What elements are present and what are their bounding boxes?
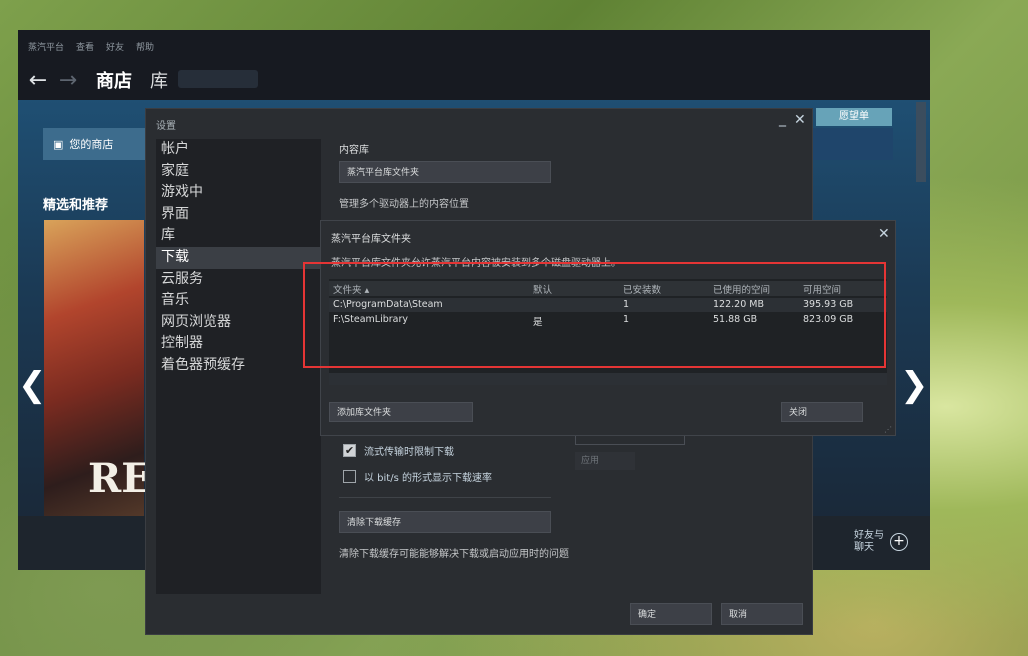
apply-button[interactable]: 应用 [575, 452, 635, 470]
cancel-button[interactable]: 取消 [721, 603, 803, 625]
menu-help[interactable]: 帮助 [136, 40, 154, 54]
nav-row: ← → 商店 库 [28, 66, 168, 94]
sidebar-item-account[interactable]: 帐户 [156, 139, 321, 161]
clear-download-cache-button[interactable]: 清除下载缓存 [339, 511, 551, 533]
store-icon: ▣ [53, 137, 64, 151]
store-scrollbar[interactable] [916, 102, 926, 182]
add-library-folder-button[interactable]: 添加库文件夹 [329, 402, 473, 422]
bits-display-label: 以 bit/s 的形式显示下载速率 [364, 473, 492, 484]
blurred-username [178, 70, 258, 88]
sidebar-item-web-browser[interactable]: 网页浏览器 [156, 312, 321, 334]
minimize-icon[interactable]: _ [779, 111, 786, 127]
ok-button[interactable]: 确定 [630, 603, 712, 625]
tab-store[interactable]: 商店 [96, 67, 132, 93]
sidebar-item-downloads[interactable]: 下载 [156, 246, 321, 269]
steam-library-folders-button[interactable]: 蒸汽平台库文件夹 [339, 161, 551, 183]
clear-cache-description: 清除下载缓存可能能够解决下载或启动应用时的问题 [339, 549, 569, 560]
add-friend-icon[interactable]: + [890, 533, 908, 551]
stream-throttle-label: 流式传输时限制下载 [364, 447, 454, 458]
bits-display-checkbox[interactable] [343, 470, 356, 483]
carousel-right-arrow-icon[interactable]: ❯ [900, 365, 929, 405]
highlight-box [303, 262, 886, 368]
menu-steam[interactable]: 蒸汽平台 [28, 40, 64, 54]
tab-library[interactable]: 库 [150, 67, 168, 93]
menu-view[interactable]: 查看 [76, 40, 94, 54]
sidebar-item-library[interactable]: 库 [156, 225, 321, 247]
resize-grip-icon[interactable]: ⋰ [884, 425, 892, 434]
your-store-button[interactable]: ▣ 您的商店 [43, 128, 153, 160]
carousel-left-arrow-icon[interactable]: ❮ [18, 365, 47, 405]
sidebar-item-interface[interactable]: 界面 [156, 204, 321, 226]
your-store-label: 您的商店 [69, 138, 114, 151]
wishlist-button[interactable]: 愿望单 [816, 108, 892, 126]
stream-throttle-checkbox[interactable]: ✔ [343, 444, 356, 457]
sidebar-item-family[interactable]: 家庭 [156, 161, 321, 183]
bits-display-option[interactable]: 以 bit/s 的形式显示下载速率 [343, 469, 492, 484]
sidebar-item-controller[interactable]: 控制器 [156, 333, 321, 355]
library-dialog-title: 蒸汽平台库文件夹 [331, 234, 411, 245]
back-arrow-icon[interactable]: ← [28, 68, 48, 93]
close-button[interactable]: 关闭 [781, 402, 863, 422]
menu-friends[interactable]: 好友 [106, 40, 124, 54]
settings-sidebar: 帐户 家庭 游戏中 界面 库 下载 云服务 音乐 网页浏览器 控制器 着色器预缓… [156, 139, 321, 594]
close-icon[interactable]: ✕ [878, 226, 890, 242]
sidebar-item-cloud[interactable]: 云服务 [156, 269, 321, 291]
forward-arrow-icon[interactable]: → [58, 68, 78, 93]
section-divider [339, 497, 551, 498]
sidebar-item-in-game[interactable]: 游戏中 [156, 182, 321, 204]
sidebar-item-shader-cache[interactable]: 着色器预缓存 [156, 355, 321, 377]
friends-chat-label[interactable]: 好友与聊天 [854, 530, 890, 554]
stream-throttle-option[interactable]: ✔ 流式传输时限制下载 [343, 443, 454, 458]
settings-title: 设置 [156, 121, 176, 132]
close-icon[interactable]: ✕ [794, 112, 806, 128]
library-folders-description: 管理多个驱动器上的内容位置 [339, 199, 469, 210]
table-empty-area [329, 373, 887, 385]
sidebar-item-music[interactable]: 音乐 [156, 290, 321, 312]
menu-bar: 蒸汽平台 查看 好友 帮助 [28, 40, 154, 54]
game-logo-text: RE [88, 455, 152, 502]
content-library-heading: 内容库 [339, 145, 369, 156]
featured-heading: 精选和推荐 [43, 198, 109, 213]
